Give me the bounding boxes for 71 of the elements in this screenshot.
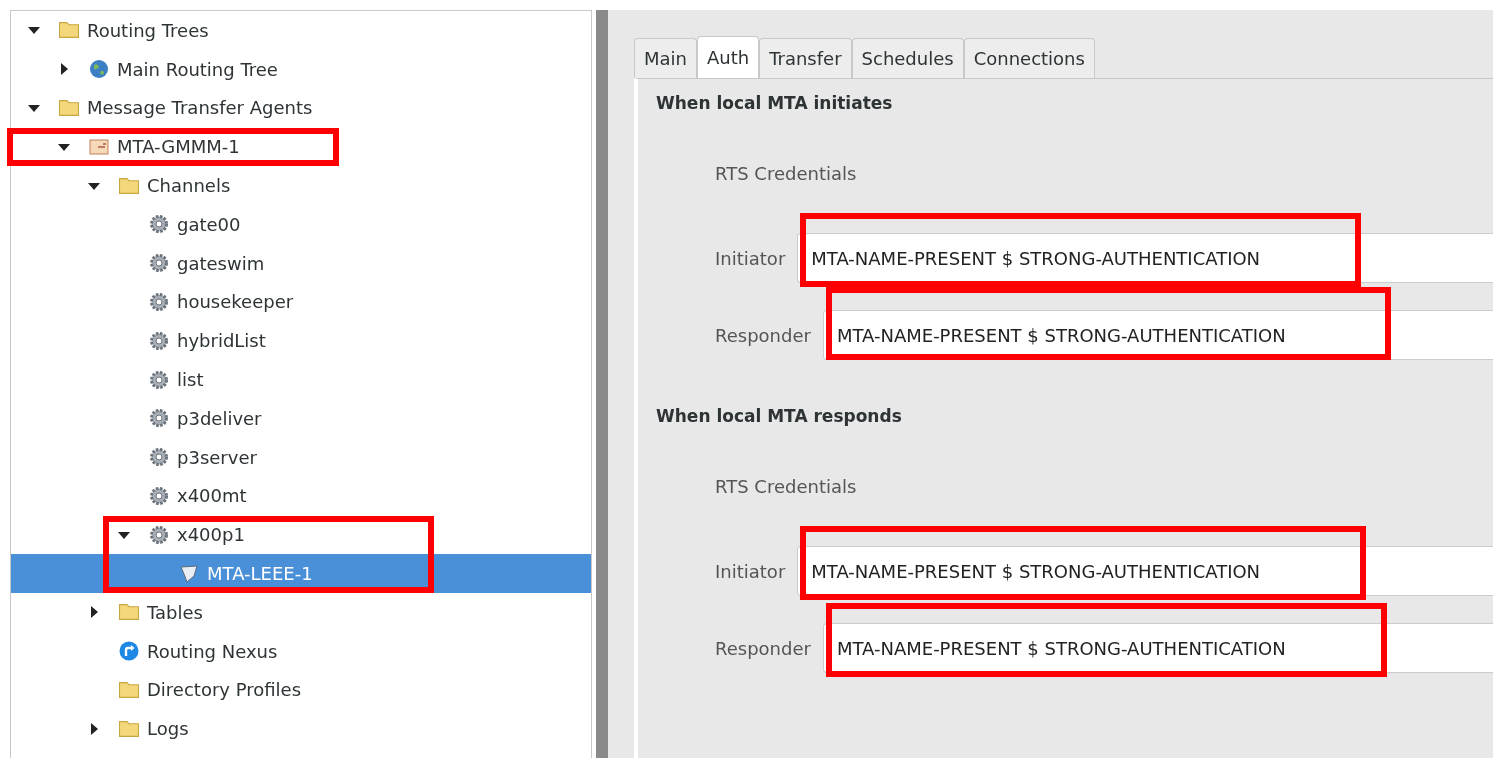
tree-item-label: MTA-LEEE-1	[207, 563, 313, 585]
tree-item-label: Routing Nexus	[147, 640, 278, 662]
folder-icon	[59, 100, 79, 116]
tree-item-label: Message Transfer Agents	[87, 97, 313, 119]
tree-item-label: list	[177, 369, 204, 391]
gear-icon	[149, 253, 169, 274]
tree-item-label: Tables	[147, 601, 203, 623]
tree-item-label: x400p1	[177, 524, 245, 546]
tree-item-label: gate00	[177, 213, 241, 235]
tree-item-label: p3server	[177, 446, 257, 468]
folder-icon	[119, 720, 139, 737]
gear-icon	[149, 485, 169, 506]
tree-item[interactable]: gateswim	[11, 243, 591, 283]
tab[interactable]: Auth	[697, 36, 760, 78]
field-label: Initiator	[715, 247, 786, 269]
tree-item[interactable]: p3server	[11, 437, 591, 477]
tree-item-label: MTA-GMMM-1	[117, 136, 240, 158]
globe-icon	[89, 59, 109, 80]
tab[interactable]: Main	[634, 38, 697, 78]
group-label: RTS Credentials	[715, 476, 858, 499]
tree-item[interactable]: Routing Nexus	[11, 631, 591, 671]
gear-icon	[149, 330, 169, 351]
tree-item-label: Main Routing Tree	[117, 58, 278, 80]
folder-icon	[119, 177, 139, 194]
tree-item-label: Logs	[147, 718, 189, 740]
field-label: Responder	[715, 637, 811, 659]
tree-item[interactable]: housekeeper	[11, 282, 591, 322]
gear-icon	[149, 369, 169, 390]
tab[interactable]: Schedules	[851, 38, 964, 78]
tab[interactable]: Connections	[963, 38, 1095, 78]
section-heading: When local MTA initiates	[656, 93, 894, 115]
tree-item[interactable]: Directory Profiles	[11, 670, 591, 710]
tree-item-label: housekeeper	[177, 291, 294, 313]
tree-item-label: Routing Trees	[87, 19, 209, 41]
input-field[interactable]: MTA-NAME-PRESENT $ STRONG-AUTHENTICATION	[797, 546, 1493, 596]
tab[interactable]: Transfer	[759, 38, 852, 78]
input-field[interactable]: MTA-NAME-PRESENT $ STRONG-AUTHENTICATION	[822, 623, 1493, 673]
tree-item-label: Channels	[147, 175, 231, 197]
tree-item-label: p3deliver	[177, 407, 262, 429]
tree-item[interactable]: x400p1	[11, 515, 591, 555]
envelope-icon	[89, 138, 109, 155]
folder-icon	[59, 22, 79, 39]
tree-item[interactable]: hybridList	[11, 321, 591, 361]
tree-item[interactable]: Tables	[11, 592, 591, 632]
folder-icon	[119, 604, 139, 621]
tree-item-label: hybridList	[177, 330, 266, 352]
gear-icon	[149, 524, 169, 545]
tree-item[interactable]: list	[11, 360, 591, 399]
tree-item[interactable]: Main Routing Tree	[11, 49, 591, 89]
tree-item[interactable]: p3deliver	[11, 398, 591, 438]
tree-item-label: gateswim	[177, 252, 265, 274]
input-field[interactable]: MTA-NAME-PRESENT $ STRONG-AUTHENTICATION	[797, 233, 1493, 283]
tree-item[interactable]: gate00	[11, 205, 591, 244]
tree-item[interactable]: Routing Trees	[11, 11, 591, 50]
field-label: Initiator	[715, 560, 786, 582]
section-heading: When local MTA responds	[656, 406, 903, 428]
field-label: Responder	[715, 324, 811, 346]
tree-item[interactable]: Logs	[11, 709, 591, 749]
tree-item[interactable]: MTA-GMMM-1	[11, 127, 591, 167]
group-label: RTS Credentials	[715, 163, 858, 186]
folder-icon	[119, 681, 139, 698]
shield-icon	[179, 563, 199, 584]
tree-item[interactable]: Message Transfer Agents	[11, 88, 591, 128]
tree-item-label: Directory Profiles	[147, 679, 302, 701]
tree-item[interactable]: Channels	[11, 166, 591, 205]
gear-icon	[149, 291, 169, 312]
gear-icon	[149, 408, 169, 429]
gear-icon	[149, 214, 169, 235]
gear-icon	[149, 447, 169, 468]
tree-item-label: x400mt	[177, 485, 247, 507]
tree-item[interactable]: x400mt	[11, 476, 591, 516]
